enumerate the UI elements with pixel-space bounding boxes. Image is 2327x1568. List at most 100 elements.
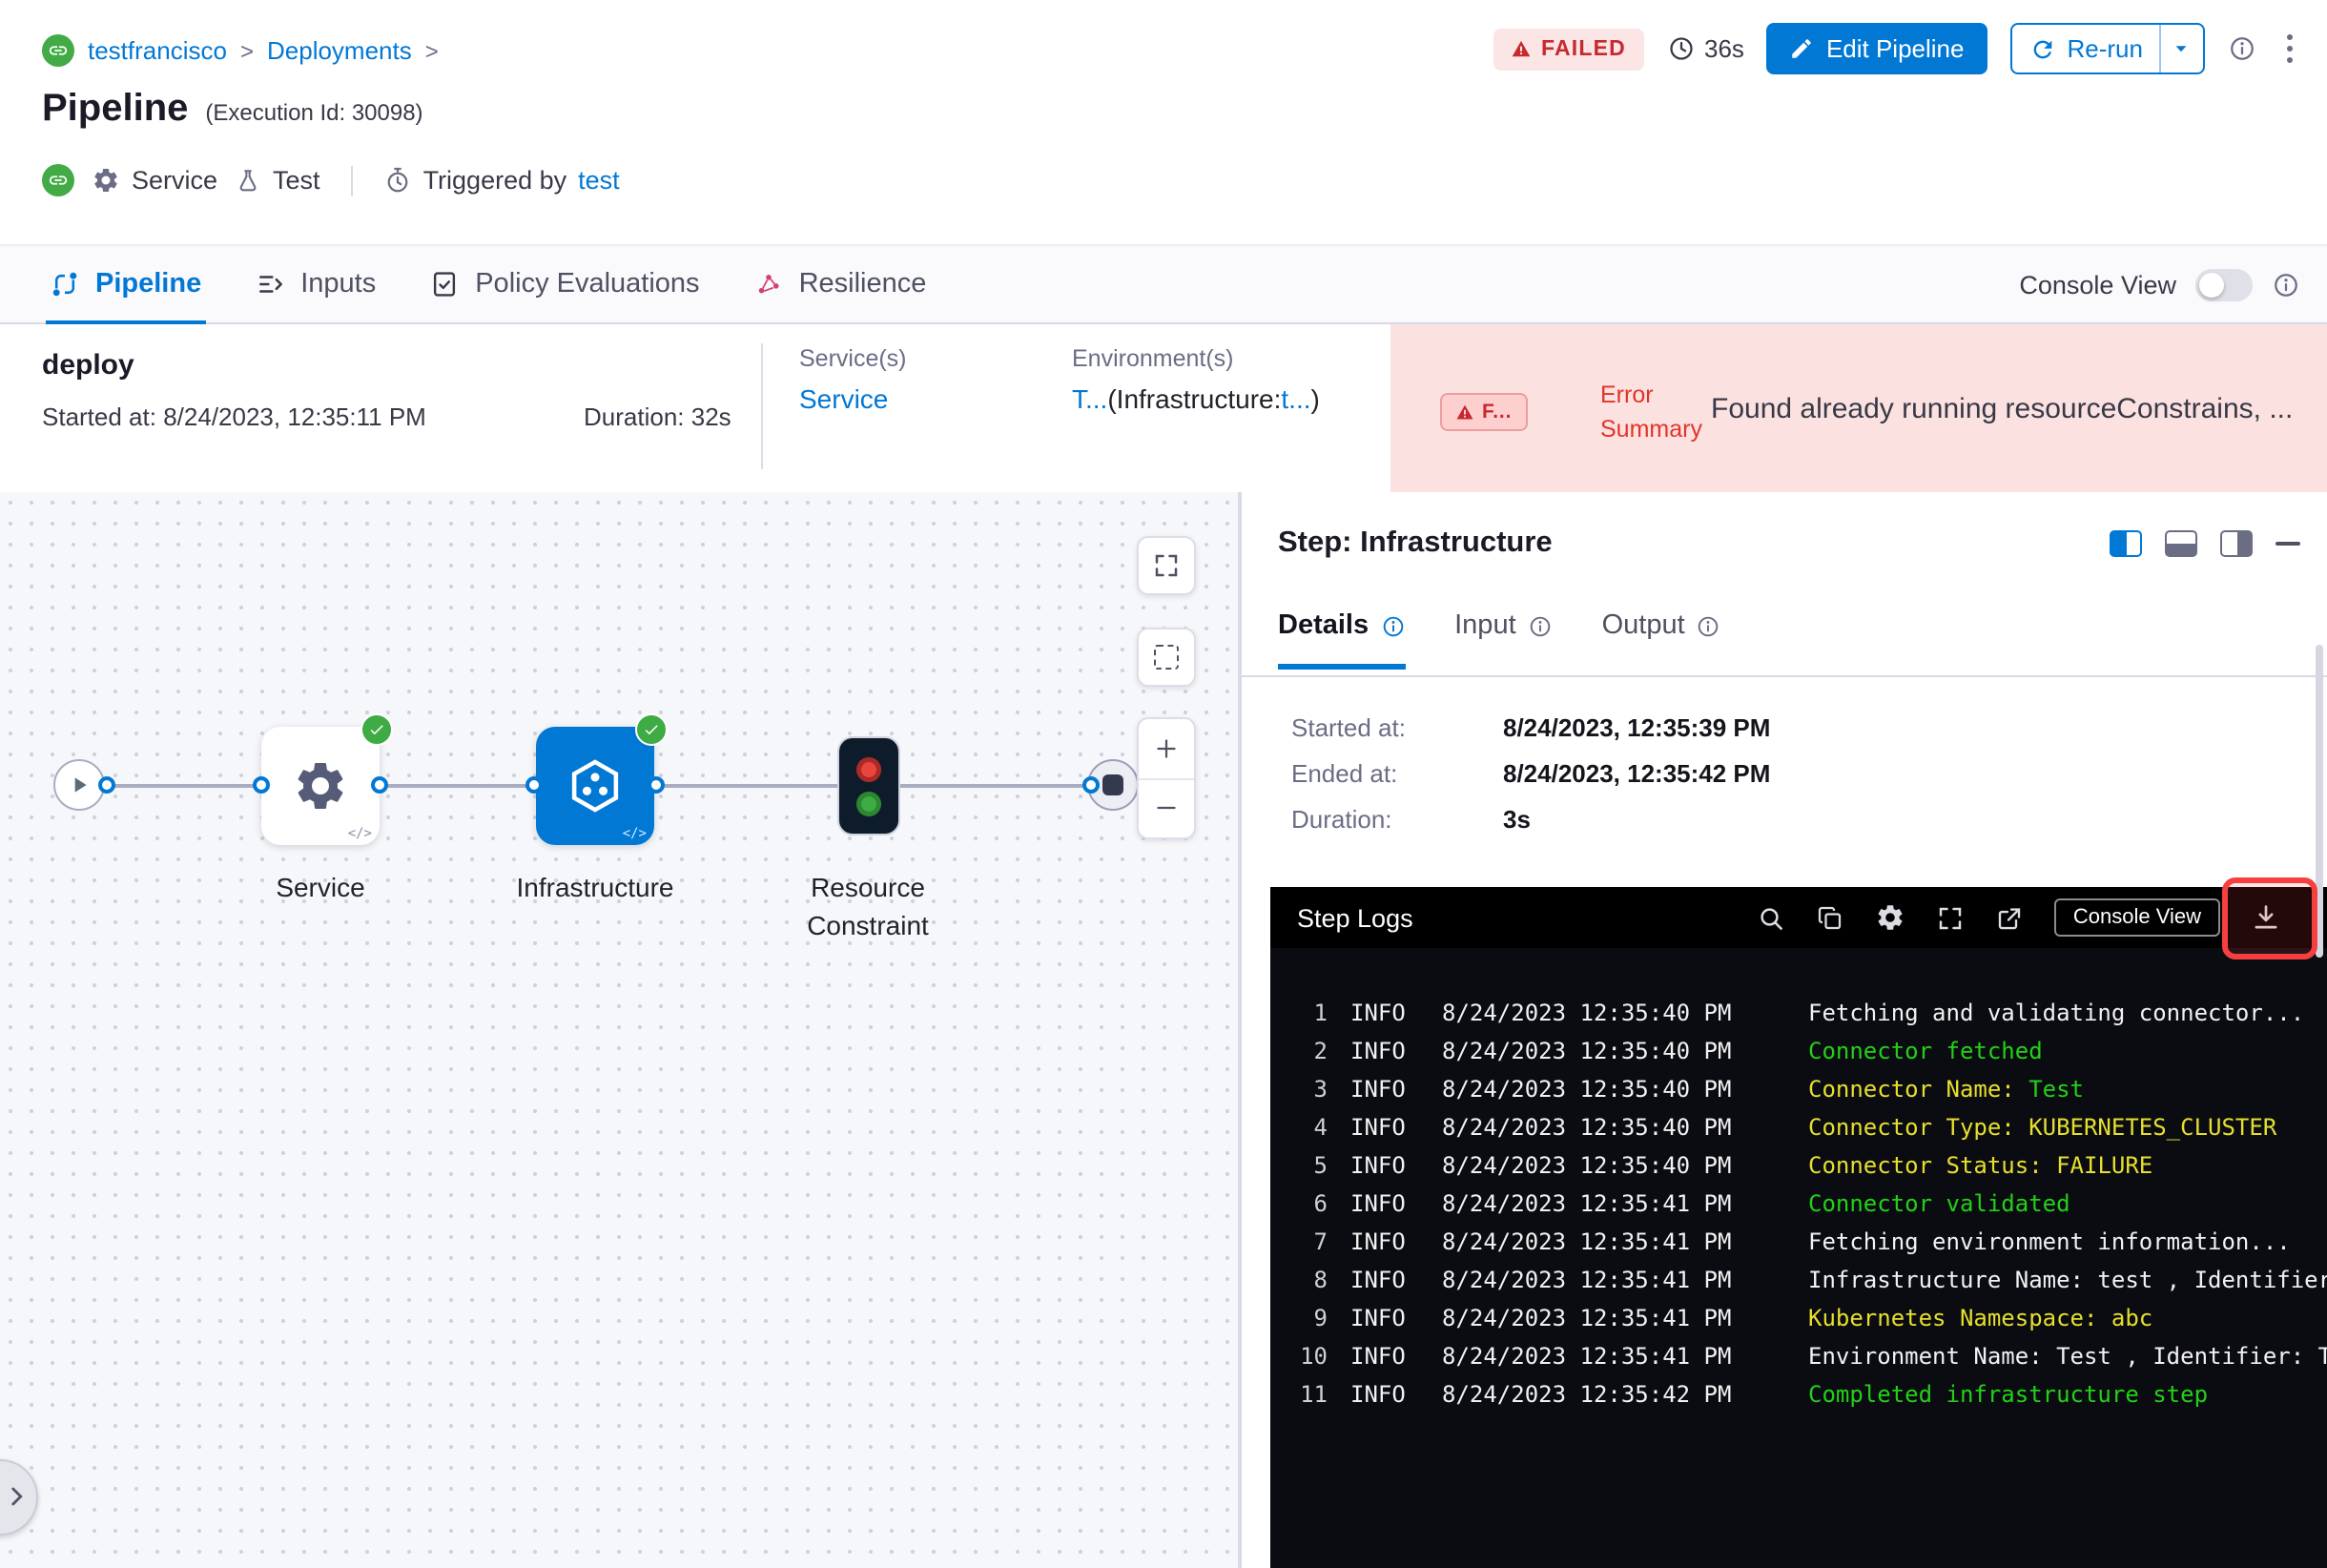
tab-inputs[interactable]: Inputs bbox=[251, 246, 380, 322]
execution-id: (Execution Id: 30098) bbox=[205, 99, 423, 126]
node-service[interactable]: </> bbox=[261, 713, 393, 845]
tab-output-label: Output bbox=[1601, 610, 1685, 641]
log-message: Connector Name: Test bbox=[1808, 1076, 2084, 1103]
log-message: Connector Status: FAILURE bbox=[1808, 1152, 2153, 1179]
infrastructure-link[interactable]: t... bbox=[1281, 383, 1310, 414]
log-row: 10 INFO 8/24/2023 12:35:41 PM Environment N… bbox=[1286, 1337, 2327, 1375]
log-search-button[interactable] bbox=[1757, 903, 1785, 932]
page-title: Pipeline bbox=[42, 88, 189, 130]
edge-connector-dot bbox=[525, 776, 543, 794]
node-label-resource-constraint: Resource Constraint bbox=[807, 872, 929, 940]
breadcrumb-deployments-link[interactable]: Deployments bbox=[267, 36, 439, 65]
log-settings-button[interactable] bbox=[1875, 902, 1905, 933]
node-infrastructure[interactable]: </> bbox=[536, 713, 668, 845]
detail-value: 8/24/2023, 12:35:42 PM bbox=[1503, 759, 1771, 788]
rerun-caret[interactable] bbox=[2160, 36, 2202, 61]
detail-row-duration: Duration: 3s bbox=[1291, 805, 1531, 834]
edit-pipeline-label: Edit Pipeline bbox=[1825, 34, 1965, 63]
log-message: Connector Type: KUBERNETES_CLUSTER bbox=[1808, 1114, 2277, 1141]
log-download-button[interactable] bbox=[2251, 902, 2281, 933]
tab-details[interactable]: Details bbox=[1278, 610, 1405, 670]
console-view-toggle[interactable] bbox=[2195, 268, 2253, 300]
node-resource-constraint[interactable] bbox=[837, 736, 900, 836]
step-logs-header: Step Logs Console View bbox=[1270, 887, 2327, 948]
log-timestamp: 8/24/2023 12:35:40 PM bbox=[1442, 1076, 1732, 1103]
panel-layout-controls bbox=[2110, 530, 2300, 557]
failed-chip: F... bbox=[1440, 393, 1528, 431]
toggle-knob bbox=[2199, 272, 2224, 297]
services-value-link[interactable]: Service bbox=[799, 383, 907, 414]
detail-value: 8/24/2023, 12:35:39 PM bbox=[1503, 713, 1771, 742]
tab-output[interactable]: Output bbox=[1602, 610, 1721, 670]
pipeline-icon bbox=[51, 271, 78, 298]
status-badge-label: FAILED bbox=[1541, 37, 1626, 60]
started-value: 8/24/2023, 12:35:11 PM bbox=[163, 402, 426, 431]
log-console-view-button[interactable]: Console View bbox=[2053, 898, 2220, 937]
log-timestamp: 8/24/2023 12:35:40 PM bbox=[1442, 1038, 1732, 1064]
canvas-marquee-select-button[interactable] bbox=[1137, 628, 1196, 687]
flask-icon bbox=[239, 169, 257, 191]
services-label: Service(s) bbox=[799, 345, 907, 372]
tab-details-label: Details bbox=[1278, 610, 1369, 641]
log-message: Completed infrastructure step bbox=[1808, 1381, 2209, 1408]
panel-scrollbar[interactable] bbox=[2315, 645, 2323, 958]
error-summary-label: Error Summary bbox=[1600, 382, 1702, 444]
rerun-button[interactable]: Re-run bbox=[2009, 23, 2204, 74]
triggered-by-user-link[interactable]: test bbox=[578, 166, 620, 195]
layout-split-bottom-button[interactable] bbox=[2165, 530, 2197, 557]
log-fullscreen-button[interactable] bbox=[1936, 903, 1965, 932]
log-timestamp: 8/24/2023 12:35:40 PM bbox=[1442, 1152, 1732, 1179]
info-icon[interactable] bbox=[2272, 270, 2300, 299]
canvas-fullscreen-button[interactable] bbox=[1137, 536, 1196, 595]
failed-chip-label: F... bbox=[1482, 401, 1513, 423]
stage-started-at: Started at: 8/24/2023, 12:35:11 PM bbox=[42, 402, 426, 431]
detail-label: Started at: bbox=[1291, 713, 1406, 742]
expand-corners-icon bbox=[1155, 554, 1178, 577]
edge-connector-dot bbox=[648, 776, 665, 794]
external-link-icon bbox=[1998, 907, 2021, 929]
tab-input[interactable]: Input bbox=[1454, 610, 1553, 670]
policy-check-icon bbox=[434, 272, 456, 297]
tab-policy-evaluations[interactable]: Policy Evaluations bbox=[425, 246, 703, 322]
marquee-icon bbox=[1154, 645, 1179, 670]
page-header: testfrancisco Deployments FAILED 36s Edi… bbox=[0, 0, 2327, 244]
stage-duration: Duration: 32s bbox=[584, 402, 731, 431]
info-icon[interactable] bbox=[1380, 613, 1405, 638]
tab-pipeline[interactable]: Pipeline bbox=[46, 246, 205, 324]
plus-icon bbox=[1157, 738, 1176, 758]
pipeline-canvas[interactable]: </> Service </> Infrastructure Resource … bbox=[0, 492, 1240, 1568]
log-open-new-tab-button[interactable] bbox=[1995, 903, 2024, 932]
start-node[interactable] bbox=[53, 759, 105, 811]
layout-split-right-button[interactable] bbox=[2220, 530, 2253, 557]
log-level: INFO bbox=[1350, 1000, 1406, 1026]
more-options-button[interactable] bbox=[2278, 31, 2300, 68]
breadcrumb-project-link[interactable]: testfrancisco bbox=[88, 36, 254, 65]
log-row: 9 INFO 8/24/2023 12:35:41 PM Kubernetes Nam… bbox=[1286, 1299, 2327, 1337]
code-glyph: </> bbox=[622, 826, 647, 841]
environment-link[interactable]: T... bbox=[1072, 383, 1107, 414]
detail-value: 3s bbox=[1503, 805, 1531, 834]
info-icon[interactable] bbox=[1697, 613, 1721, 638]
log-row: 1 INFO 8/24/2023 12:35:40 PM Fetching and v… bbox=[1286, 994, 2327, 1032]
layout-split-left-button[interactable] bbox=[2110, 530, 2142, 557]
edit-pipeline-button[interactable]: Edit Pipeline bbox=[1766, 23, 1987, 74]
zoom-in-button[interactable] bbox=[1139, 719, 1194, 777]
tab-resilience[interactable]: Resilience bbox=[750, 246, 931, 322]
detail-row-started: Started at: 8/24/2023, 12:35:39 PM bbox=[1291, 713, 1770, 742]
started-label: Started at: bbox=[42, 402, 156, 431]
execution-info-button[interactable] bbox=[2227, 34, 2255, 63]
edge bbox=[898, 784, 1091, 787]
stage-name: deploy bbox=[42, 349, 134, 382]
info-icon[interactable] bbox=[1528, 613, 1553, 638]
zoom-out-button[interactable] bbox=[1139, 779, 1194, 837]
summary-divider bbox=[761, 343, 763, 469]
header-actions: FAILED 36s Edit Pipeline Re-run bbox=[1493, 23, 2300, 74]
pipeline-meta-row: Service Test Triggered by test bbox=[42, 164, 620, 196]
log-line-number: 7 bbox=[1313, 1228, 1328, 1255]
chevron-right-icon bbox=[11, 1487, 23, 1506]
log-message: Kubernetes Namespace: abc bbox=[1808, 1305, 2153, 1331]
log-copy-button[interactable] bbox=[1816, 903, 1844, 932]
panel-minimize-button[interactable] bbox=[2276, 541, 2300, 547]
detail-row-ended: Ended at: 8/24/2023, 12:35:42 PM bbox=[1291, 759, 1770, 788]
stage-summary-band: deploy Started at: 8/24/2023, 12:35:11 P… bbox=[0, 324, 2327, 492]
